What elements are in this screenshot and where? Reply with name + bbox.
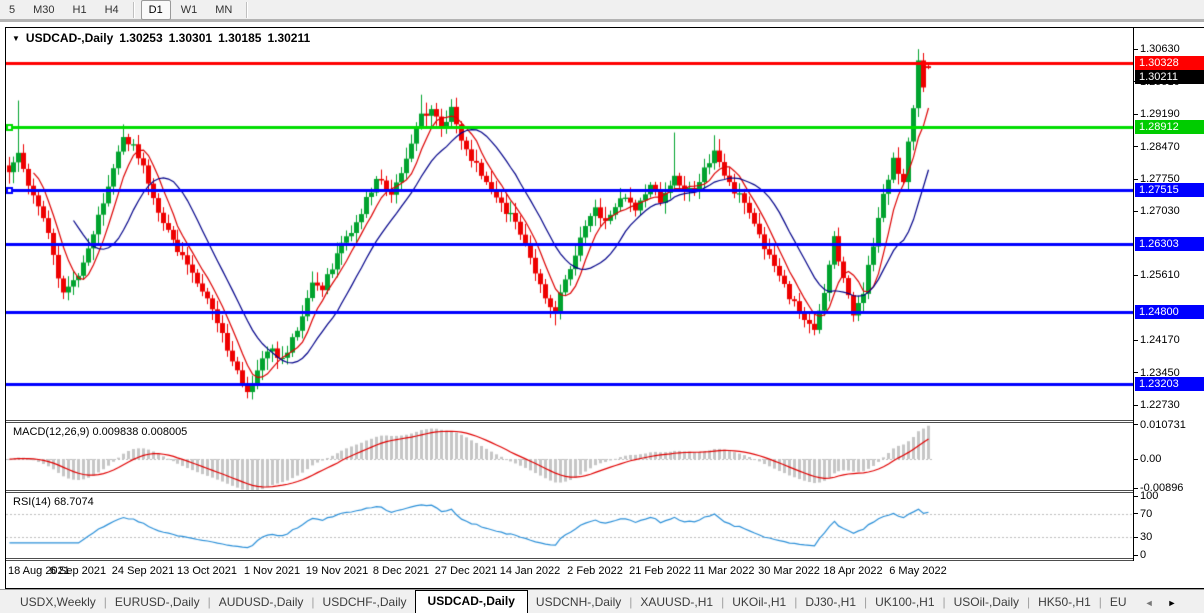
tab-eu-truncated[interactable]: EU xyxy=(1102,592,1135,613)
axis-tick-label: 1.25610 xyxy=(1134,269,1204,282)
date-label: 8 Dec 2021 xyxy=(373,565,429,577)
date-label: 19 Nov 2021 xyxy=(306,565,368,577)
symbol-ohlc-row: ▼ USDCAD-,Daily 1.30253 1.30301 1.30185 … xyxy=(12,31,310,45)
date-label: 11 Mar 2022 xyxy=(694,565,755,577)
ohlc-low: 1.30185 xyxy=(218,31,261,45)
axis-tick-label: 0.00 xyxy=(1134,453,1204,466)
axis-tick-label: 70 xyxy=(1134,508,1204,521)
price-chart-canvas[interactable] xyxy=(6,28,1133,420)
date-label: 24 Sep 2021 xyxy=(112,565,174,577)
date-label: 1 Nov 2021 xyxy=(244,565,300,577)
axis-tick-label: 0.010731 xyxy=(1134,419,1204,432)
axis-tick-label: 1.27030 xyxy=(1134,205,1204,218)
macd-label: MACD(12,26,9) 0.009838 0.008005 xyxy=(13,426,187,438)
ohlc-open: 1.30253 xyxy=(119,31,162,45)
rsi-label: RSI(14) 68.7074 xyxy=(13,496,94,508)
ohlc-close: 1.30211 xyxy=(267,31,310,45)
date-label: 30 Mar 2022 xyxy=(758,565,820,577)
timeframe-button-w1[interactable]: W1 xyxy=(173,0,206,20)
toolbar-separator xyxy=(133,2,135,18)
tab-scroll-right-icon[interactable]: ► xyxy=(1168,598,1177,608)
price-level-badge: 1.27515 xyxy=(1135,183,1204,197)
timeframe-button-mn[interactable]: MN xyxy=(207,0,240,20)
tab-audusd-daily[interactable]: AUDUSD-,Daily xyxy=(211,592,312,613)
date-label: 13 Oct 2021 xyxy=(177,565,237,577)
tab-usdx-weekly[interactable]: USDX,Weekly xyxy=(12,592,104,613)
price-axis[interactable]: 1.306301.299101.291901.284701.277501.270… xyxy=(1133,28,1204,561)
date-label: 2 Feb 2022 xyxy=(567,565,623,577)
time-axis[interactable]: 18 Aug 20216 Sep 202124 Sep 202113 Oct 2… xyxy=(6,561,1204,586)
date-label: 14 Jan 2022 xyxy=(500,565,561,577)
timeframe-button-m30[interactable]: M30 xyxy=(25,0,62,20)
tab-xauusd-h1[interactable]: XAUUSD-,H1 xyxy=(632,592,721,613)
tab-usdcnh-daily[interactable]: USDCNH-,Daily xyxy=(528,592,629,613)
axis-tick-label: 1.28470 xyxy=(1134,141,1204,154)
date-label: 6 Sep 2021 xyxy=(50,565,106,577)
chart-window: ▼ USDCAD-,Daily 1.30253 1.30301 1.30185 … xyxy=(5,27,1204,589)
timeframe-button-d1[interactable]: D1 xyxy=(141,0,171,20)
symbol-dropdown-icon[interactable]: ▼ xyxy=(12,34,20,43)
date-label: 18 Apr 2022 xyxy=(823,565,882,577)
price-level-badge: 1.28912 xyxy=(1135,120,1204,134)
timeframe-toolbar: 5 M30 H1 H4 D1 W1 MN xyxy=(0,0,1204,22)
price-level-badge: 1.30328 xyxy=(1135,56,1204,70)
tab-scroll-arrows: ◄ ► xyxy=(1145,598,1177,613)
date-label: 27 Dec 2021 xyxy=(435,565,497,577)
chart-tabbar: USDX,Weekly | EURUSD-,Daily | AUDUSD-,Da… xyxy=(0,589,1204,613)
rsi-value: 68.7074 xyxy=(54,496,94,508)
tab-dj30-h1[interactable]: DJ30-,H1 xyxy=(797,592,864,613)
ohlc-high: 1.30301 xyxy=(169,31,212,45)
macd-values: 0.009838 0.008005 xyxy=(92,426,187,438)
date-label: 21 Feb 2022 xyxy=(629,565,691,577)
axis-tick-label: 100 xyxy=(1134,490,1204,503)
tab-usoil-daily[interactable]: USOil-,Daily xyxy=(946,592,1027,613)
price-level-badge: 1.23203 xyxy=(1135,377,1204,391)
timeframe-button-h1[interactable]: H1 xyxy=(65,0,95,20)
tab-eurusd-daily[interactable]: EURUSD-,Daily xyxy=(107,592,208,613)
tab-usdcad-daily[interactable]: USDCAD-,Daily xyxy=(415,590,528,613)
axis-tick-label: 1.24170 xyxy=(1134,334,1204,347)
tab-usdchf-daily[interactable]: USDCHF-,Daily xyxy=(315,592,415,613)
axis-tick-label: 30 xyxy=(1134,531,1204,544)
timeframe-button-m5[interactable]: 5 xyxy=(1,0,23,20)
current-price-badge: 1.30211 xyxy=(1135,70,1204,84)
tab-hk50-h1[interactable]: HK50-,H1 xyxy=(1030,592,1099,613)
symbol-label: USDCAD-,Daily xyxy=(26,31,113,45)
rsi-indicator-canvas[interactable] xyxy=(6,493,1133,558)
toolbar-separator xyxy=(246,2,248,18)
axis-tick-label: 1.22730 xyxy=(1134,399,1204,412)
timeframe-button-h4[interactable]: H4 xyxy=(97,0,127,20)
axis-tick-label: 1.30630 xyxy=(1134,43,1204,56)
tab-scroll-left-icon[interactable]: ◄ xyxy=(1145,598,1154,608)
axis-tick-label: 0 xyxy=(1134,549,1204,562)
tab-uk100-h1[interactable]: UK100-,H1 xyxy=(867,592,942,613)
tab-ukoil-h1[interactable]: UKOil-,H1 xyxy=(724,592,794,613)
date-label: 6 May 2022 xyxy=(889,565,946,577)
price-level-badge: 1.24800 xyxy=(1135,305,1204,319)
price-level-badge: 1.26303 xyxy=(1135,237,1204,251)
